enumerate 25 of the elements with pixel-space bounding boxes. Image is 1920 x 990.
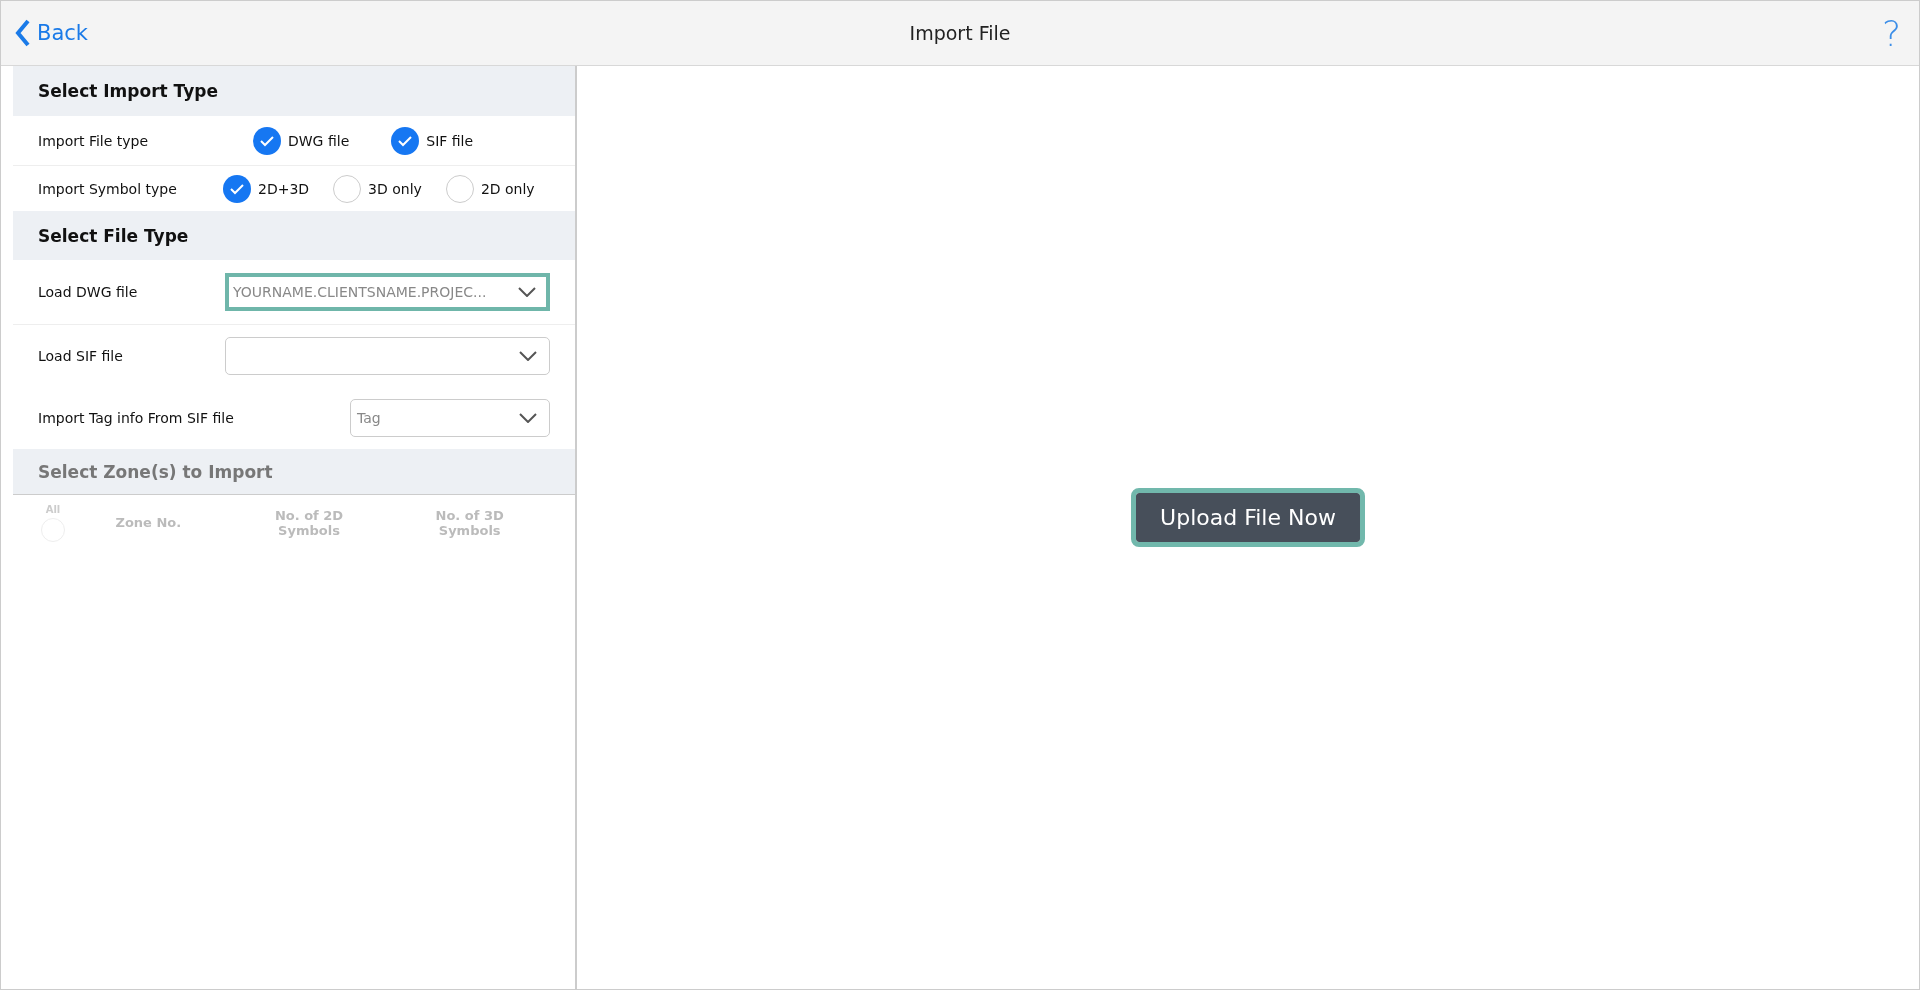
- chevron-down-icon: [518, 287, 536, 297]
- field-label: Load DWG file: [38, 284, 139, 300]
- dropdown-field[interactable]: [225, 337, 550, 375]
- dropdown-field[interactable]: Tag: [350, 399, 550, 437]
- section-heading: Select Zone(s) to Import: [13, 449, 575, 495]
- field-label: Import Tag info From SIF file: [38, 410, 235, 426]
- radio-option[interactable]: 3D only: [333, 174, 422, 203]
- column-header: Zone No.: [114, 515, 183, 530]
- option-label: Import Symbol type: [38, 180, 178, 197]
- chevron-left-icon: [15, 19, 31, 47]
- field-label: Load SIF file: [38, 348, 124, 364]
- column-header: No. of 3D Symbols: [434, 507, 505, 538]
- back-button[interactable]: Back: [15, 19, 88, 47]
- column-header: No. of 2D Symbols: [273, 507, 345, 538]
- chevron-down-icon: [519, 413, 537, 423]
- radio-option[interactable]: DWG file: [253, 126, 350, 155]
- section-heading: Select File Type: [13, 211, 575, 260]
- option-label: Import File type: [38, 132, 150, 149]
- radio-option[interactable]: 2D only: [445, 174, 535, 203]
- section-heading: Select Import Type: [13, 66, 575, 116]
- page-title: Import File: [909, 22, 1011, 44]
- chevron-down-icon: [519, 351, 537, 361]
- radio-option[interactable]: SIF file: [391, 126, 474, 155]
- dropdown-field[interactable]: YOURNAME.CLIENTSNAME.PROJEC...: [225, 273, 550, 311]
- radio-option[interactable]: 2D+3D: [223, 174, 310, 203]
